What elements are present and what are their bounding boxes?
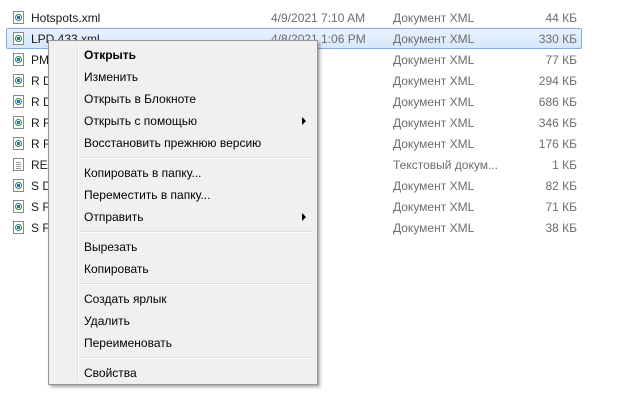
submenu-arrow-icon bbox=[302, 213, 306, 221]
file-icon bbox=[13, 53, 24, 66]
menu-item-label: Переименовать bbox=[84, 336, 172, 350]
menu-item-label: Переместить в папку... bbox=[84, 188, 211, 202]
menu-item[interactable]: Удалить bbox=[52, 310, 314, 332]
menu-item[interactable]: Открыть с помощью bbox=[52, 110, 314, 132]
file-name: PM bbox=[31, 53, 49, 67]
file-icon bbox=[13, 158, 24, 171]
file-size: 686 КБ bbox=[538, 95, 577, 109]
file-row[interactable]: Hotspots.xml 4/9/2021 7:10 AM Документ XML… bbox=[6, 7, 582, 28]
file-icon bbox=[13, 200, 24, 213]
file-name: Hotspots.xml bbox=[31, 11, 101, 25]
menu-item[interactable]: Восстановить прежнюю версию bbox=[52, 132, 314, 154]
menu-item[interactable]: Вырезать bbox=[52, 236, 314, 258]
file-size: 346 КБ bbox=[538, 116, 577, 130]
menu-item-label: Копировать bbox=[84, 262, 149, 276]
menu-item-label: Открыть bbox=[84, 48, 137, 62]
menu-item[interactable]: Изменить bbox=[52, 66, 314, 88]
file-size: 330 КБ bbox=[538, 32, 577, 46]
file-size: 176 КБ bbox=[538, 137, 577, 151]
file-type: Документ XML bbox=[393, 32, 475, 46]
file-icon bbox=[13, 137, 24, 150]
file-date-modified: 4/9/2021 7:10 AM bbox=[271, 11, 366, 25]
menu-item-label: Удалить bbox=[84, 314, 130, 328]
file-type: Документ XML bbox=[393, 11, 475, 25]
context-menu: Открыть Изменить Открыть в Блокноте Открыть… bbox=[48, 40, 318, 385]
file-icon bbox=[13, 95, 24, 108]
file-size: 1 КБ bbox=[552, 158, 577, 172]
explorer-file-view: Hotspots.xml 4/9/2021 7:10 AM Документ XML… bbox=[0, 0, 618, 398]
file-size: 38 КБ bbox=[545, 221, 577, 235]
menu-item[interactable]: Копировать в папку... bbox=[52, 162, 314, 184]
file-icon bbox=[13, 74, 24, 87]
menu-separator bbox=[80, 231, 313, 233]
menu-item-label: Открыть в Блокноте bbox=[84, 92, 197, 106]
menu-item-label: Изменить bbox=[84, 70, 139, 84]
file-size: 44 КБ bbox=[545, 11, 577, 25]
file-type: Документ XML bbox=[393, 137, 475, 151]
file-type: Документ XML bbox=[393, 200, 475, 214]
menu-item[interactable]: Создать ярлык bbox=[52, 288, 314, 310]
menu-item-label: Копировать в папку... bbox=[84, 166, 202, 180]
file-name: S F bbox=[31, 200, 50, 214]
menu-item-label: Вырезать bbox=[84, 240, 138, 254]
file-type: Текстовый докум... bbox=[393, 158, 498, 172]
file-size: 82 КБ bbox=[545, 179, 577, 193]
menu-item-label: Восстановить прежнюю версию bbox=[84, 136, 262, 150]
menu-item[interactable]: Свойства bbox=[52, 362, 314, 384]
file-icon bbox=[13, 32, 24, 45]
menu-separator bbox=[80, 357, 313, 359]
file-type: Документ XML bbox=[393, 221, 475, 235]
menu-item[interactable]: Копировать bbox=[52, 258, 314, 280]
menu-item[interactable]: Переместить в папку... bbox=[52, 184, 314, 206]
menu-item[interactable]: Открыть в Блокноте bbox=[52, 88, 314, 110]
file-type: Документ XML bbox=[393, 74, 475, 88]
file-size: 294 КБ bbox=[538, 74, 577, 88]
file-icon bbox=[13, 221, 24, 234]
file-size: 71 КБ bbox=[545, 200, 577, 214]
file-icon bbox=[13, 11, 24, 24]
file-type: Документ XML bbox=[393, 179, 475, 193]
submenu-arrow-icon bbox=[302, 117, 306, 125]
menu-item-label: Свойства bbox=[84, 366, 137, 380]
menu-item-label: Открыть с помощью bbox=[84, 114, 198, 128]
file-icon bbox=[13, 116, 24, 129]
menu-item[interactable]: Переименовать bbox=[52, 332, 314, 354]
menu-item-label: Отправить bbox=[84, 210, 144, 224]
menu-separator bbox=[80, 283, 313, 285]
menu-item[interactable]: Открыть bbox=[52, 44, 314, 66]
menu-item[interactable]: Отправить bbox=[52, 206, 314, 228]
menu-separator bbox=[80, 157, 313, 159]
file-name: S F bbox=[31, 221, 50, 235]
menu-item-label: Создать ярлык bbox=[84, 292, 167, 306]
file-size: 77 КБ bbox=[545, 53, 577, 67]
file-type: Документ XML bbox=[393, 95, 475, 109]
file-type: Документ XML bbox=[393, 116, 475, 130]
file-icon bbox=[13, 179, 24, 192]
file-type: Документ XML bbox=[393, 53, 475, 67]
